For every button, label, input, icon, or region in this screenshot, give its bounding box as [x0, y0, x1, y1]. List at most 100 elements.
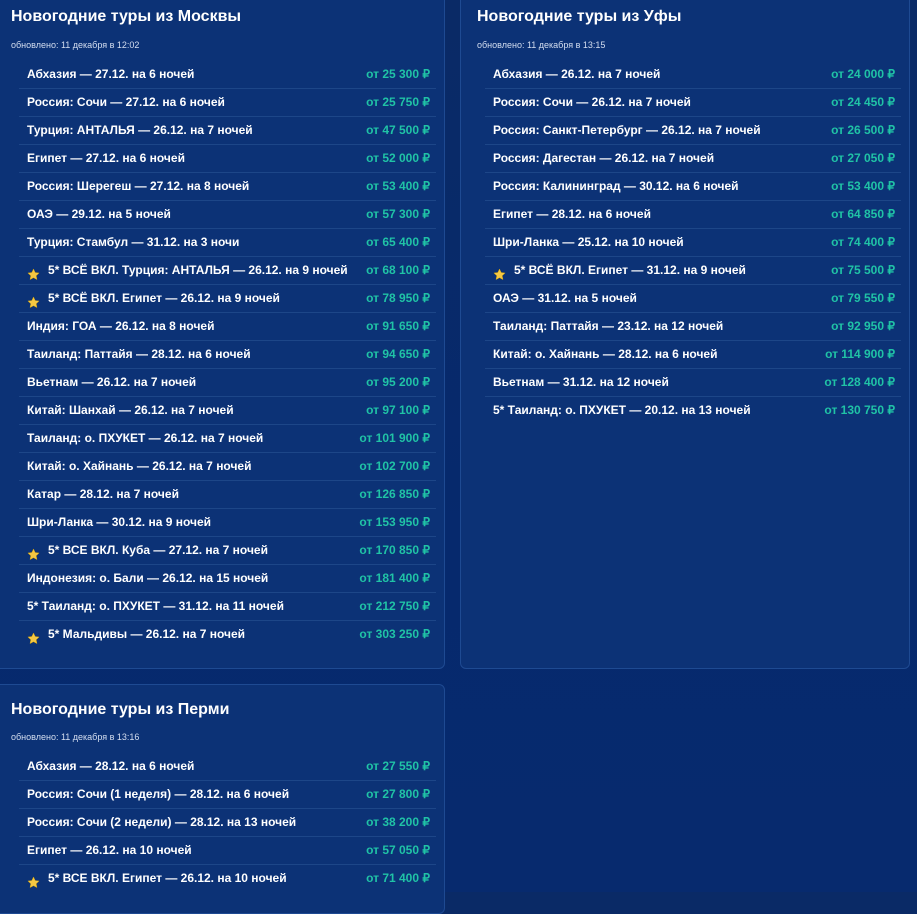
- tour-price: от 126 850 ₽: [359, 487, 430, 501]
- tour-row[interactable]: Индия: ГОА — 26.12. на 8 ночей от 91 650 …: [19, 313, 436, 341]
- tour-row[interactable]: Россия: Шерегеш — 27.12. на 8 ночей от 53…: [19, 173, 436, 201]
- tour-name: Китай: о. Хайнань — 26.12. на 7 ночей: [27, 459, 252, 473]
- tour-name: 5* ВСЁ ВКЛ. Турция: АНТАЛЬЯ — 26.12. на …: [48, 263, 348, 277]
- tour-name: Россия: Сочи — 26.12. на 7 ночей: [493, 95, 691, 109]
- updated-timestamp: обновлено: 11 декабря в 12:02: [11, 40, 140, 50]
- tour-row[interactable]: Россия: Сочи (1 неделя) — 28.12. на 6 но…: [19, 781, 436, 809]
- tour-row[interactable]: Шри-Ланка — 30.12. на 9 ночей от 153 950 …: [19, 509, 436, 537]
- tour-price: от 101 900 ₽: [359, 431, 430, 445]
- tour-row[interactable]: 5* ВСЕ ВКЛ. Египет — 26.12. на 10 ночей о…: [19, 865, 436, 893]
- tour-row[interactable]: Шри-Ланка — 25.12. на 10 ночей от 74 400 …: [485, 229, 901, 257]
- tour-row[interactable]: Россия: Сочи (2 недели) — 28.12. на 13 н…: [19, 809, 436, 837]
- tour-row[interactable]: Турция: Стамбул — 31.12. на 3 ночи от 65 …: [19, 229, 436, 257]
- star-icon: [27, 872, 40, 889]
- tour-price: от 52 000 ₽: [366, 151, 430, 165]
- tour-row[interactable]: Египет — 27.12. на 6 ночей от 52 000 ₽: [19, 145, 436, 173]
- tour-row[interactable]: Россия: Калининград — 30.12. на 6 ночей о…: [485, 173, 901, 201]
- tour-name: Россия: Калининград — 30.12. на 6 ночей: [493, 179, 739, 193]
- tour-price: от 128 400 ₽: [824, 375, 895, 389]
- tour-price: от 75 500 ₽: [831, 263, 895, 277]
- tour-row[interactable]: Индонезия: о. Бали — 26.12. на 15 ночей о…: [19, 565, 436, 593]
- tour-row[interactable]: ОАЭ — 31.12. на 5 ночей от 79 550 ₽: [485, 285, 901, 313]
- tour-price: от 65 400 ₽: [366, 235, 430, 249]
- tour-row[interactable]: Китай: Шанхай — 26.12. на 7 ночей от 97 1…: [19, 397, 436, 425]
- updated-timestamp: обновлено: 11 декабря в 13:16: [11, 732, 140, 742]
- tour-name: Шри-Ланка — 30.12. на 9 ночей: [27, 515, 212, 529]
- tour-row[interactable]: Россия: Сочи — 26.12. на 7 ночей от 24 45…: [485, 89, 901, 117]
- tour-row[interactable]: Таиланд: Паттайя — 28.12. на 6 ночей от 9…: [19, 341, 436, 369]
- tour-row[interactable]: Россия: Дагестан — 26.12. на 7 ночей от 2…: [485, 145, 901, 173]
- tour-name: 5* ВСЁ ВКЛ. Египет — 31.12. на 9 ночей: [514, 263, 746, 277]
- tour-row[interactable]: Таиланд: о. ПХУКЕТ — 26.12. на 7 ночей от…: [19, 425, 436, 453]
- tour-price: от 25 300 ₽: [366, 67, 430, 81]
- tour-price: от 27 800 ₽: [366, 787, 430, 801]
- tour-price: от 57 300 ₽: [366, 207, 430, 221]
- tour-price: от 74 400 ₽: [831, 235, 895, 249]
- tour-name: 5* ВСЁ ВКЛ. Египет — 26.12. на 9 ночей: [48, 291, 280, 305]
- tour-price: от 24 000 ₽: [831, 67, 895, 81]
- tour-row[interactable]: 5* Таиланд: о. ПХУКЕТ — 20.12. на 13 ноч…: [485, 397, 901, 425]
- tour-name: Таиланд: Паттайя — 28.12. на 6 ночей: [27, 347, 251, 361]
- tour-name: Абхазия — 26.12. на 7 ночей: [493, 67, 661, 81]
- tour-price: от 53 400 ₽: [831, 179, 895, 193]
- tour-price: от 27 050 ₽: [831, 151, 895, 165]
- tour-name: Египет — 26.12. на 10 ночей: [27, 843, 192, 857]
- tour-row[interactable]: 5* Таиланд: о. ПХУКЕТ — 31.12. на 11 ноч…: [19, 593, 436, 621]
- tour-row[interactable]: Катар — 28.12. на 7 ночей от 126 850 ₽: [19, 481, 436, 509]
- tour-row[interactable]: Вьетнам — 26.12. на 7 ночей от 95 200 ₽: [19, 369, 436, 397]
- tour-name: Египет — 28.12. на 6 ночей: [493, 207, 651, 221]
- tour-price: от 97 100 ₽: [366, 403, 430, 417]
- tour-name: Египет — 27.12. на 6 ночей: [27, 151, 185, 165]
- tour-name: ОАЭ — 29.12. на 5 ночей: [27, 207, 171, 221]
- tour-price: от 153 950 ₽: [359, 515, 430, 529]
- tour-row[interactable]: Абхазия — 28.12. на 6 ночей от 27 550 ₽: [19, 753, 436, 781]
- tour-row[interactable]: Абхазия — 27.12. на 6 ночей от 25 300 ₽: [19, 61, 436, 89]
- tour-row[interactable]: Китай: о. Хайнань — 26.12. на 7 ночей от …: [19, 453, 436, 481]
- tour-price: от 212 750 ₽: [359, 599, 430, 613]
- tour-name: Турция: АНТАЛЬЯ — 26.12. на 7 ночей: [27, 123, 253, 137]
- tour-price: от 181 400 ₽: [359, 571, 430, 585]
- tour-price: от 25 750 ₽: [366, 95, 430, 109]
- tour-row[interactable]: Россия: Санкт-Петербург — 26.12. на 7 но…: [485, 117, 901, 145]
- tour-row[interactable]: Россия: Сочи — 27.12. на 6 ночей от 25 75…: [19, 89, 436, 117]
- tour-price: от 130 750 ₽: [824, 403, 895, 417]
- tour-row[interactable]: 5* ВСЁ ВКЛ. Египет — 31.12. на 9 ночей от…: [485, 257, 901, 285]
- tour-row[interactable]: Таиланд: Паттайя — 23.12. на 12 ночей от …: [485, 313, 901, 341]
- tour-panel-moscow: Новогодние туры из Москвы обновлено: 11 …: [0, 0, 445, 669]
- star-icon: [27, 544, 40, 561]
- tour-price: от 303 250 ₽: [359, 627, 430, 641]
- tour-name: Таиланд: Паттайя — 23.12. на 12 ночей: [493, 319, 724, 333]
- tour-row[interactable]: Египет — 28.12. на 6 ночей от 64 850 ₽: [485, 201, 901, 229]
- tour-price: от 24 450 ₽: [831, 95, 895, 109]
- tour-price: от 71 400 ₽: [366, 871, 430, 885]
- tour-name: Вьетнам — 26.12. на 7 ночей: [27, 375, 197, 389]
- tour-name: Китай: о. Хайнань — 28.12. на 6 ночей: [493, 347, 718, 361]
- tour-name: Таиланд: о. ПХУКЕТ — 26.12. на 7 ночей: [27, 431, 264, 445]
- tour-row[interactable]: 5* ВСЁ ВКЛ. Турция: АНТАЛЬЯ — 26.12. на …: [19, 257, 436, 285]
- tour-name: 5* Таиланд: о. ПХУКЕТ — 20.12. на 13 ноч…: [493, 403, 751, 417]
- tour-row[interactable]: Китай: о. Хайнань — 28.12. на 6 ночей от …: [485, 341, 901, 369]
- tour-panel-ufa: Новогодние туры из Уфы обновлено: 11 дек…: [460, 0, 910, 669]
- tour-row[interactable]: ОАЭ — 29.12. на 5 ночей от 57 300 ₽: [19, 201, 436, 229]
- tour-name: Россия: Шерегеш — 27.12. на 8 ночей: [27, 179, 250, 193]
- tour-name: 5* Таиланд: о. ПХУКЕТ — 31.12. на 11 ноч…: [27, 599, 284, 613]
- tour-name: Шри-Ланка — 25.12. на 10 ночей: [493, 235, 684, 249]
- tour-price: от 26 500 ₽: [831, 123, 895, 137]
- tour-name: Россия: Сочи — 27.12. на 6 ночей: [27, 95, 225, 109]
- tour-row[interactable]: 5* ВСЁ ВКЛ. Египет — 26.12. на 9 ночей от…: [19, 285, 436, 313]
- tour-price: от 92 950 ₽: [831, 319, 895, 333]
- panel-title: Новогодние туры из Перми: [11, 701, 230, 718]
- tour-row[interactable]: 5* Мальдивы — 26.12. на 7 ночей от 303 25…: [19, 621, 436, 649]
- tour-row[interactable]: Вьетнам — 31.12. на 12 ночей от 128 400 ₽: [485, 369, 901, 397]
- tour-name: Индонезия: о. Бали — 26.12. на 15 ночей: [27, 571, 269, 585]
- tour-row[interactable]: Абхазия — 26.12. на 7 ночей от 24 000 ₽: [485, 61, 901, 89]
- tour-price: от 47 500 ₽: [366, 123, 430, 137]
- tour-row[interactable]: 5* ВСЕ ВКЛ. Куба — 27.12. на 7 ночей от 1…: [19, 537, 436, 565]
- tour-price: от 95 200 ₽: [366, 375, 430, 389]
- tour-name: Россия: Сочи (2 недели) — 28.12. на 13 н…: [27, 815, 297, 829]
- tour-row[interactable]: Турция: АНТАЛЬЯ — 26.12. на 7 ночей от 47…: [19, 117, 436, 145]
- tour-name: 5* ВСЕ ВКЛ. Куба — 27.12. на 7 ночей: [48, 543, 268, 557]
- panel-title: Новогодние туры из Москвы: [11, 8, 242, 25]
- tour-row[interactable]: Египет — 26.12. на 10 ночей от 57 050 ₽: [19, 837, 436, 865]
- tour-price: от 64 850 ₽: [831, 207, 895, 221]
